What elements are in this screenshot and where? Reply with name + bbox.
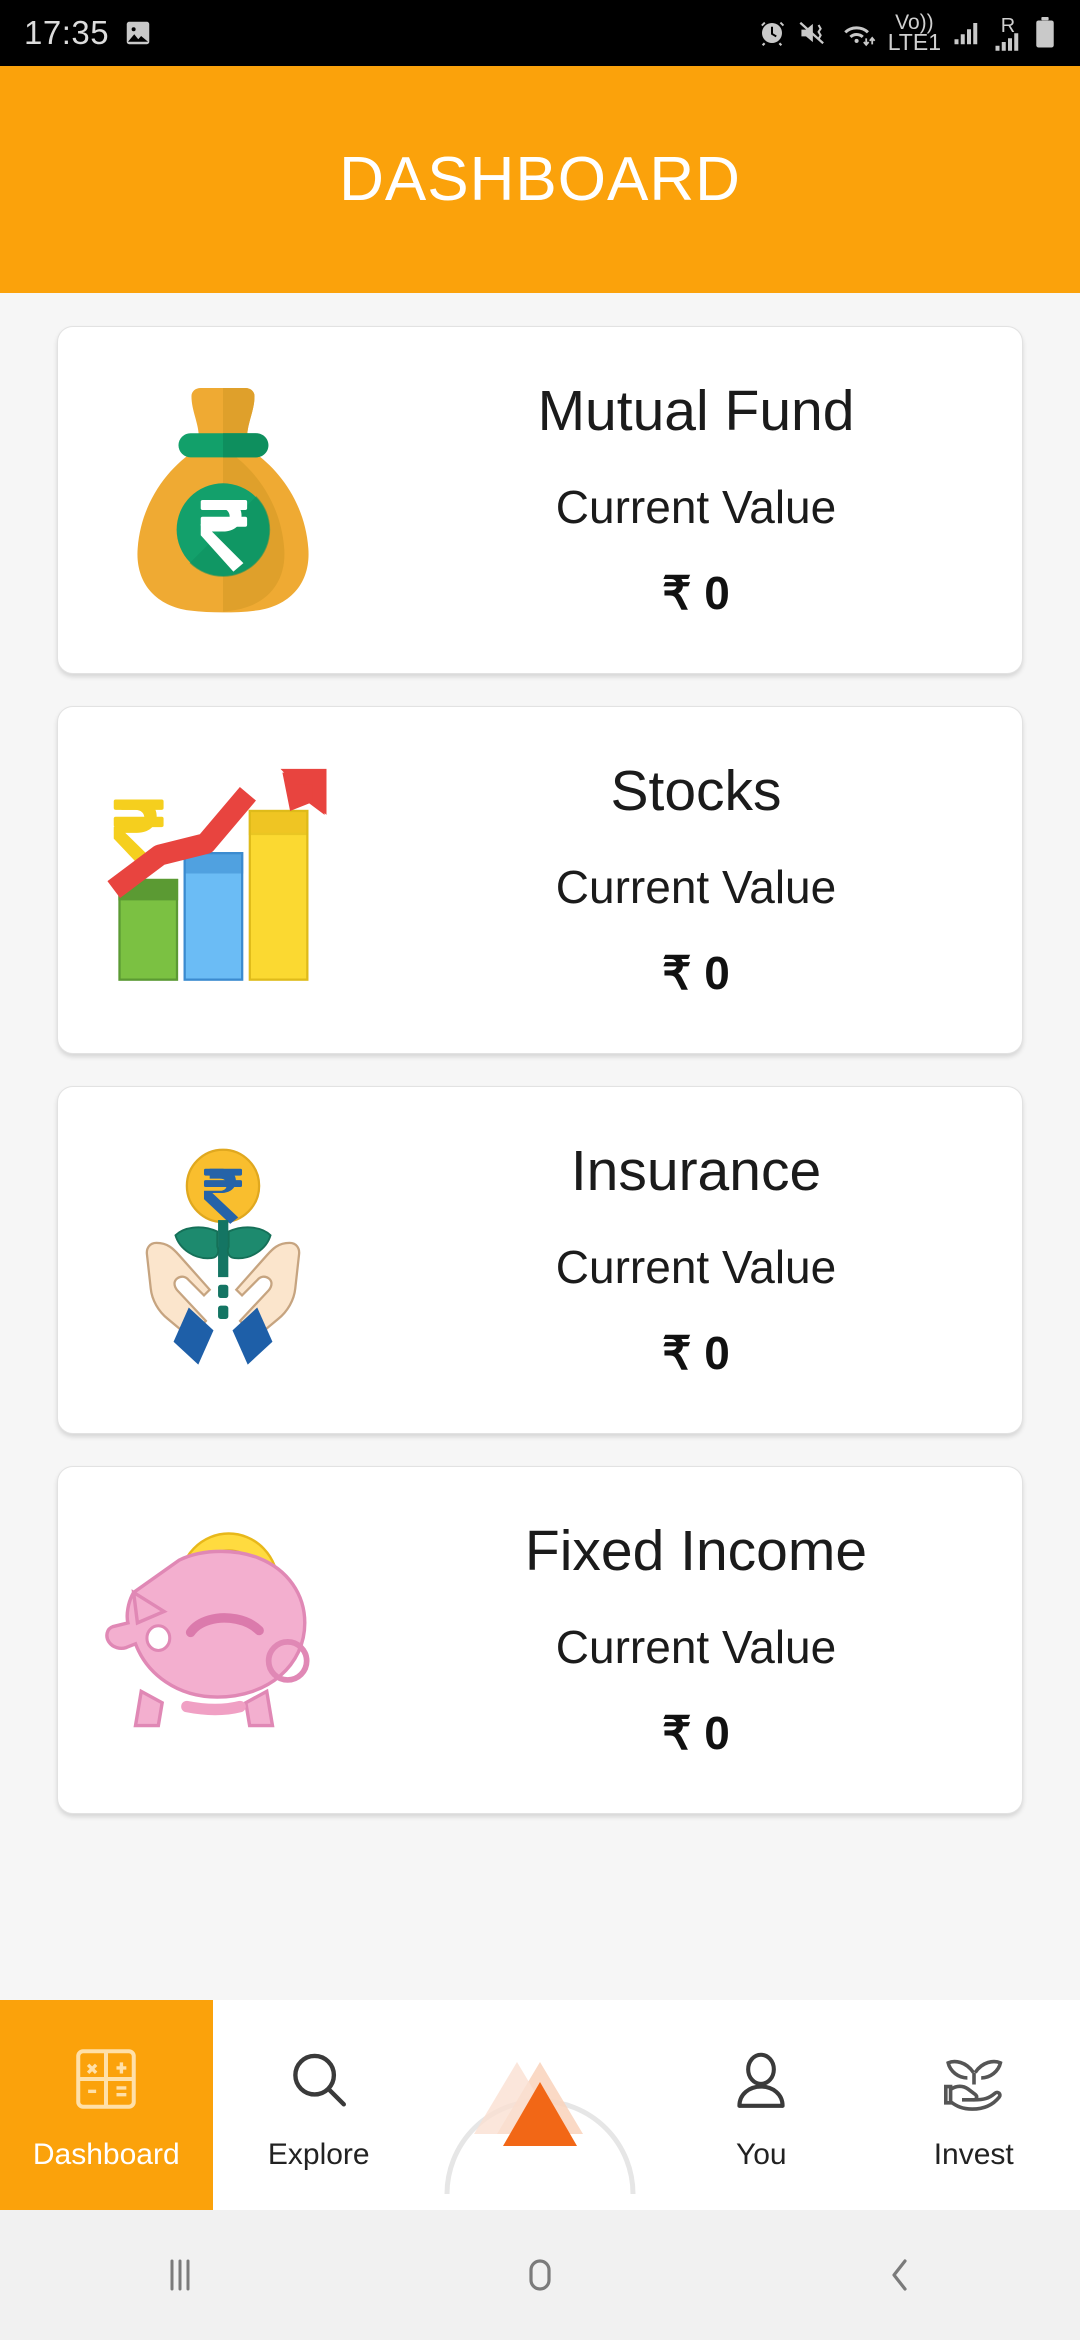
nav-label: You [735,2138,787,2171]
alarm-icon [757,18,787,48]
roaming-signal-icon: R [993,16,1023,51]
nav-item-invest[interactable]: Invest [868,2000,1080,2210]
card-fixed-income[interactable]: Fixed Income Current Value ₹ 0 [57,1466,1023,1814]
page-title: DASHBOARD [339,145,741,214]
search-icon [284,2038,354,2116]
card-mutual-fund-text: Mutual Fund Current Value ₹ 0 [388,327,1022,673]
nav-item-explore[interactable]: Explore [213,2000,426,2210]
nav-label: Invest [933,2138,1014,2171]
hand-sprout-icon [938,2038,1010,2116]
status-bar-right: Vo)) LTE1 R [757,12,1056,54]
growth-bar-chart-icon [58,706,388,1054]
status-time: 17:35 [24,14,110,51]
card-current-value-label: Current Value [555,1241,837,1294]
card-stocks[interactable]: Stocks Current Value ₹ 0 [57,706,1023,1054]
card-current-value: ₹ 0 [662,567,730,620]
volte-bottom-label: LTE1 [887,29,941,55]
signal-bars-icon [952,18,982,48]
hands-plant-coin-icon [58,1086,388,1434]
nav-label: Dashboard [32,2138,180,2171]
nav-label: Explore [267,2138,370,2171]
status-bar-left: 17:35 [24,14,153,52]
app-logo-triangle-icon [425,1994,655,2195]
volte1-icon: Vo)) LTE1 [888,12,941,54]
piggy-bank-icon [58,1466,388,1814]
card-mutual-fund[interactable]: Mutual Fund Current Value ₹ 0 [57,326,1023,674]
card-title: Insurance [570,1138,822,1203]
back-chevron-icon[interactable] [720,2251,1080,2299]
card-current-value-label: Current Value [555,1621,837,1674]
bottom-navigation-bar: Dashboard Explore You Invest [0,2000,1080,2210]
card-title: Stocks [610,758,782,823]
person-icon [726,2038,796,2116]
card-title: Mutual Fund [537,378,855,443]
android-system-nav [0,2210,1080,2340]
card-current-value: ₹ 0 [662,1327,730,1380]
card-current-value-label: Current Value [555,481,837,534]
card-insurance-text: Insurance Current Value ₹ 0 [388,1087,1022,1433]
nav-item-dashboard[interactable]: Dashboard [0,2000,213,2210]
status-bar: 17:35 Vo)) LTE1 R [0,0,1080,66]
nav-item-center-action[interactable] [425,2000,655,2210]
card-current-value-label: Current Value [555,861,837,914]
home-circle-icon[interactable] [360,2251,720,2299]
nav-item-you[interactable]: You [655,2000,868,2210]
card-current-value: ₹ 0 [662,947,730,1000]
money-bag-icon [58,326,388,674]
card-current-value: ₹ 0 [662,1707,730,1760]
grid-dashboard-icon [69,2038,143,2116]
app-bar: DASHBOARD [0,66,1080,293]
card-fixed-income-text: Fixed Income Current Value ₹ 0 [388,1467,1022,1813]
phone-screen: 17:35 Vo)) LTE1 R DASHBOARD Mutual Fund … [0,0,1080,2340]
dashboard-card-list: Mutual Fund Current Value ₹ 0 Stocks Cur… [0,293,1080,2000]
battery-icon [1034,17,1056,49]
photo-icon [123,18,153,48]
vibrate-mute-icon [798,18,830,48]
card-stocks-text: Stocks Current Value ₹ 0 [388,707,1022,1053]
wifi-icon [841,18,877,48]
card-insurance[interactable]: Insurance Current Value ₹ 0 [57,1086,1023,1434]
card-title: Fixed Income [524,1518,868,1583]
recents-bars-icon[interactable] [0,2251,360,2299]
